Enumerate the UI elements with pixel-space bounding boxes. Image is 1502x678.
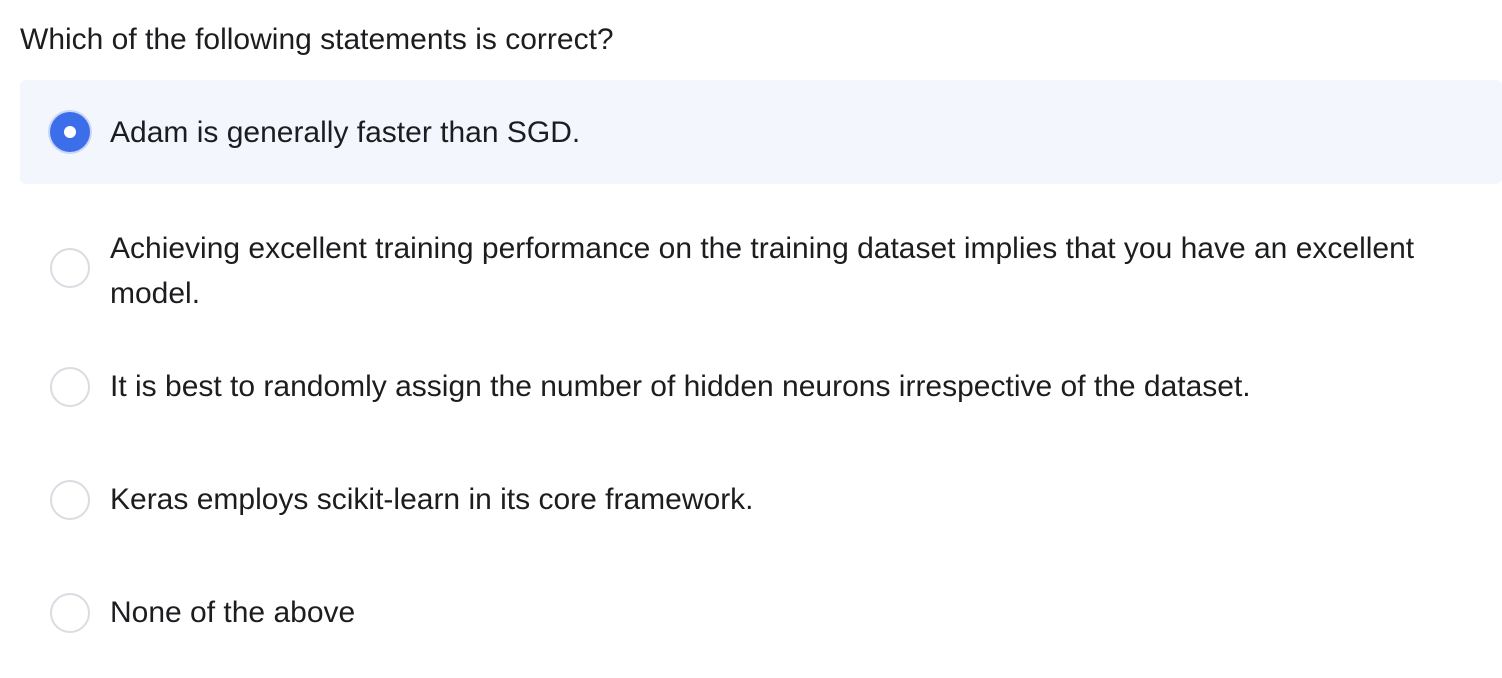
answer-option-label: None of the above [110,596,356,629]
answer-option-label: Keras employs scikit-learn in its core f… [110,483,754,516]
answer-option-label: Achieving excellent training performance… [110,232,1415,310]
answer-option-5[interactable]: None of the above [20,570,1502,658]
question-text: Which of the following statements is cor… [20,23,614,56]
answer-option-label: Adam is generally faster than SGD. [110,116,581,149]
answer-options: Adam is generally faster than SGD. Achie… [20,80,1502,658]
answer-option-3[interactable]: It is best to randomly assign the number… [20,344,1502,457]
answer-option-label: It is best to randomly assign the number… [110,370,1251,403]
radio-button[interactable] [50,367,90,407]
answer-option-4[interactable]: Keras employs scikit-learn in its core f… [20,457,1502,570]
radio-button[interactable] [50,480,90,520]
answer-option-2[interactable]: Achieving excellent training performance… [20,184,1502,344]
answer-option-1[interactable]: Adam is generally faster than SGD. [20,80,1502,184]
radio-button[interactable] [50,248,90,288]
radio-button[interactable] [50,593,90,633]
radio-button-selected[interactable] [50,112,90,152]
